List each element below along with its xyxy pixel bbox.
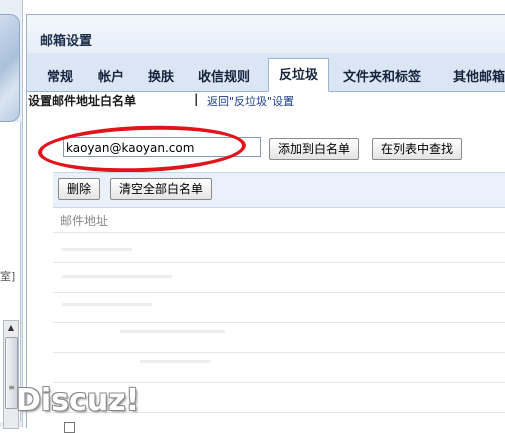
- left-cut-text: 室]: [0, 270, 16, 283]
- redacted-row: [120, 330, 225, 333]
- section-title: 设置邮件地址白名单: [28, 94, 137, 108]
- discuz-watermark: Discuz!: [16, 383, 140, 418]
- list-divider: [53, 322, 505, 323]
- delete-button[interactable]: 删除: [58, 178, 101, 200]
- title-separator: |: [194, 92, 199, 106]
- redacted-row: [62, 303, 152, 306]
- add-to-whitelist-button[interactable]: 添加到白名单: [269, 138, 360, 160]
- list-divider: [53, 232, 505, 233]
- tab-account[interactable]: 帐户: [98, 66, 124, 85]
- left-panel-decoration: [0, 14, 20, 122]
- list-divider: [53, 352, 505, 353]
- tab-general[interactable]: 常规: [47, 66, 73, 85]
- clear-whitelist-button[interactable]: 清空全部白名单: [110, 178, 213, 200]
- scroll-up-arrow-icon[interactable]: ▲: [4, 321, 18, 335]
- tab-other-mailbox[interactable]: 其他邮箱: [453, 66, 505, 85]
- redacted-row: [62, 275, 172, 278]
- redacted-row: [62, 248, 132, 251]
- find-in-list-button[interactable]: 在列表中查找: [372, 138, 463, 160]
- list-divider: [53, 262, 505, 263]
- panel-header: 邮箱设置: [27, 15, 505, 53]
- list-divider: [53, 292, 505, 293]
- column-header-email: 邮件地址: [60, 214, 109, 228]
- redacted-row: [140, 360, 210, 363]
- tab-folders-labels[interactable]: 文件夹和标签: [343, 66, 421, 85]
- row-checkbox[interactable]: [64, 422, 75, 433]
- panel-title: 邮箱设置: [40, 34, 93, 49]
- tab-receive-rules[interactable]: 收信规则: [198, 66, 250, 85]
- return-anti-spam-link[interactable]: 返回"反垃圾"设置: [207, 93, 294, 109]
- settings-tab-bar: 常规 帐户 换肤 收信规则 反垃圾 文件夹和标签 其他邮箱: [27, 53, 505, 92]
- tab-anti-spam[interactable]: 反垃圾: [268, 58, 330, 92]
- tab-skin[interactable]: 换肤: [148, 66, 174, 85]
